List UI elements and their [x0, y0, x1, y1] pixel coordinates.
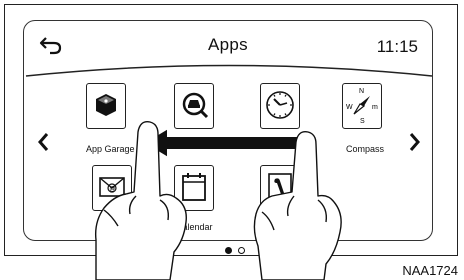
email-icon: @ — [99, 177, 125, 197]
compass-east-label: m — [372, 104, 378, 111]
app-tile-email[interactable]: @ — [92, 165, 132, 211]
app-tile-calendar[interactable] — [174, 165, 214, 211]
calendar-icon — [182, 173, 206, 201]
next-page-button[interactable] — [408, 131, 422, 159]
compass-icon: N W m S — [346, 88, 378, 125]
app-label-app-garage: App Garage — [86, 144, 135, 154]
maintenance-icon — [268, 173, 292, 203]
compass-north-label: N — [359, 88, 364, 95]
compass-south-label: S — [360, 118, 365, 125]
app-tile-app-garage[interactable] — [86, 83, 126, 129]
chevron-right-icon — [409, 133, 420, 151]
apps-screen: Apps 11:15 App Garage N W m S Compass @ … — [23, 20, 433, 254]
app-label-maintenance: Mai — [256, 222, 271, 232]
app-tile-clock[interactable] — [260, 83, 300, 129]
app-tile-car-search[interactable] — [174, 83, 214, 129]
page-indicator-dot-1 — [225, 247, 232, 254]
figure-reference-code: NAA1724 — [402, 263, 458, 278]
app-label-compass: Compass — [346, 144, 385, 154]
app-garage-icon — [96, 94, 116, 116]
header-bar: Apps 11:15 — [24, 21, 433, 77]
app-label-calendar: Calendar — [176, 222, 213, 232]
clock-display: 11:15 — [376, 37, 418, 56]
car-search-icon — [182, 92, 209, 119]
app-tile-maintenance[interactable] — [260, 165, 300, 211]
page-title: Apps — [208, 35, 248, 54]
compass-west-label: W — [346, 104, 353, 111]
app-tile-compass[interactable]: N W m S — [342, 83, 382, 129]
page-indicator-dot-2 — [238, 247, 245, 254]
chevron-left-icon — [38, 133, 49, 151]
clock-icon — [266, 91, 294, 119]
svg-text:@: @ — [110, 187, 116, 193]
illustration-frame: Apps 11:15 App Garage N W m S Compass @ … — [4, 4, 458, 256]
previous-page-button[interactable] — [36, 131, 50, 159]
